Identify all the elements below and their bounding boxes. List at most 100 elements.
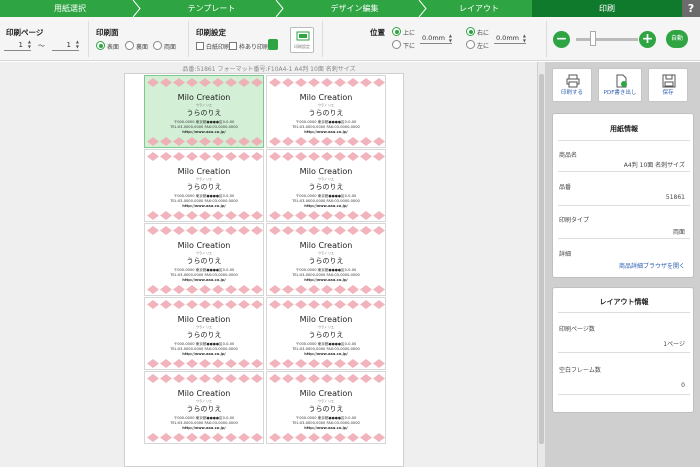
side-back-radio[interactable] [125,41,134,50]
pdf-export-button[interactable]: PDF書き出し [598,68,642,102]
print-setting-label: 印刷設定 [196,28,226,37]
layout-info-panel: レイアウト情報 印刷ページ数 1ページ 空白フレーム数 0 [552,287,694,413]
card-company: Milo Creation [299,241,353,250]
position-up-radio[interactable] [392,27,401,36]
card-furigana: ウラノ リエ [196,251,212,255]
horizontal-offset-input[interactable]: 0.0mm ▲ ▼ [494,33,526,44]
product-detail-link[interactable]: 商品詳細ブラウザを開く [619,261,685,270]
business-card[interactable]: Milo Creation ウラノ リエ うらのりえ 〒000-0000 東京都●●●… [144,223,264,296]
card-company: Milo Creation [299,315,353,324]
page-to-stepper[interactable]: 1 ▲ ▼ [52,39,79,51]
toolbar-divider [188,21,189,57]
product-number-value: 51861 [665,194,685,201]
stepper-arrows-icon[interactable]: ▲ ▼ [76,39,79,49]
pdf-export-icon [616,74,627,88]
print-type-label: 印刷タイプ [559,217,590,224]
card-address: 〒000-0000 東京都●●●●区0-0-00 TEL:03-0000-0000… [267,416,385,431]
toolbar-divider [322,21,323,57]
card-url-line: http://www.aaa.co.jp/ [304,426,348,430]
card-furigana: ウラノ リエ [318,177,334,181]
card-name: うらのりえ [308,183,344,191]
diamond-pattern [269,78,385,87]
stepper-arrows-icon[interactable]: ▲ ▼ [449,33,452,43]
card-name: うらのりえ [186,183,222,191]
stepper-arrows-icon[interactable]: ▲ ▼ [28,39,31,49]
position-down-radio[interactable] [392,40,401,49]
diamond-pattern [269,137,385,146]
vertical-offset-input[interactable]: 0.0mm ▲ ▼ [420,33,452,44]
position-right-radio[interactable] [466,27,475,36]
business-card[interactable]: Milo Creation ウラノ リエ うらのりえ 〒000-0000 東京都●●●… [266,223,386,296]
business-card[interactable]: Milo Creation ウラノ リエ うらのりえ 〒000-0000 東京都●●●… [266,297,386,370]
card-furigana: ウラノ リエ [318,103,334,107]
sheet-caption: 品番:51861 フォーマット番号:F10A4-1 A4判 10面 名刺サイズ [182,66,356,73]
scrollbar-thumb[interactable] [539,74,544,444]
business-card[interactable]: Milo Creation ウラノ リエ うらのりえ 〒000-0000 東京都●●●… [144,371,264,444]
page-from-stepper[interactable]: 1 ▲ ▼ [4,39,31,51]
step-layout[interactable]: レイアウト [426,0,532,17]
position-left-label: 左に [477,43,490,50]
detail-label: 詳細 [559,251,572,258]
divider [558,238,690,239]
divider [558,394,690,395]
diamond-pattern [269,211,385,220]
card-name: うらのりえ [186,331,222,339]
card-furigana: ウラノ リエ [196,103,212,107]
frame-print-checkbox[interactable] [229,42,237,50]
card-url-line: http://www.aaa.co.jp/ [182,278,226,282]
canvas-vertical-scrollbar[interactable] [537,62,545,467]
card-address: 〒000-0000 東京都●●●●区0-0-00 TEL:03-0000-0000… [145,194,263,209]
card-address: 〒000-0000 東京都●●●●区0-0-00 TEL:03-0000-0000… [145,268,263,283]
card-name: うらのりえ [308,257,344,265]
help-button[interactable]: ? [682,0,700,17]
print-button[interactable]: 印刷する [552,68,592,102]
divider [558,171,690,172]
side-front-label: 表面 [107,44,120,51]
divider [558,205,690,206]
zoom-slider-track[interactable] [576,38,638,41]
print-confirm-label: 印刷設定 [294,44,310,49]
side-both-radio[interactable] [153,41,162,50]
zoom-out-button[interactable]: − [553,31,570,48]
card-name: うらのりえ [186,257,222,265]
business-card[interactable]: Milo Creation ウラノ リエ うらのりえ 〒000-0000 東京都●●●… [266,371,386,444]
print-confirm-button[interactable]: 印刷設定 [290,27,314,53]
step-design-edit[interactable]: デザイン編集 [283,0,427,17]
card-address: 〒000-0000 東京都●●●●区0-0-00 TEL:03-0000-0000… [267,342,385,357]
stepper-arrows-icon[interactable]: ▲ ▼ [523,33,526,43]
position-left-radio[interactable] [466,40,475,49]
card-name: うらのりえ [186,109,222,117]
print-preview-icon [296,31,310,41]
divider [558,352,690,353]
step-paper-select[interactable]: 用紙選択 [0,0,141,17]
product-number-label: 品番 [559,184,572,191]
card-url-line: http://www.aaa.co.jp/ [304,204,348,208]
side-front-radio[interactable] [96,41,105,50]
business-card[interactable]: Milo Creation ウラノ リエ うらのりえ 〒000-0000 東京都●●●… [144,297,264,370]
blank-print-checkbox[interactable] [196,42,204,50]
card-company: Milo Creation [299,389,353,398]
auto-zoom-button[interactable]: 自動 [666,30,688,48]
printer-icon [566,74,580,88]
diamond-pattern [147,152,263,161]
business-card[interactable]: Milo Creation ウラノ リエ うらのりえ 〒000-0000 東京都●●●… [266,75,386,148]
business-card[interactable]: Milo Creation ウラノ リエ うらのりえ 〒000-0000 東京都●●●… [266,149,386,222]
step-print[interactable]: 印刷 [532,0,682,17]
wizard-steps: 用紙選択 テンプレート デザイン編集 レイアウト 印刷 [0,0,700,17]
product-name-value: A4判 10面 名刺サイズ [623,162,685,169]
diamond-pattern [269,152,385,161]
paper-info-title: 用紙情報 [610,125,638,133]
zoom-in-button[interactable]: + [639,31,656,48]
card-address: 〒000-0000 東京都●●●●区0-0-00 TEL:03-0000-0000… [145,416,263,431]
position-label: 位置 [370,28,385,37]
step-template[interactable]: テンプレート [140,0,284,17]
diamond-pattern [147,211,263,220]
card-url-line: http://www.aaa.co.jp/ [304,352,348,356]
zoom-slider-handle[interactable] [590,31,596,46]
blank-print-label: 白紙印刷 [206,44,231,51]
business-card[interactable]: Milo Creation ウラノ リエ うらのりえ 〒000-0000 東京都●●●… [144,149,264,222]
business-card[interactable]: Milo Creation ウラノ リエ うらのりえ 〒000-0000 東京都●●●… [144,75,264,148]
print-color-swatch[interactable] [268,39,278,50]
save-button[interactable]: 保存 [648,68,688,102]
save-icon [662,74,676,88]
